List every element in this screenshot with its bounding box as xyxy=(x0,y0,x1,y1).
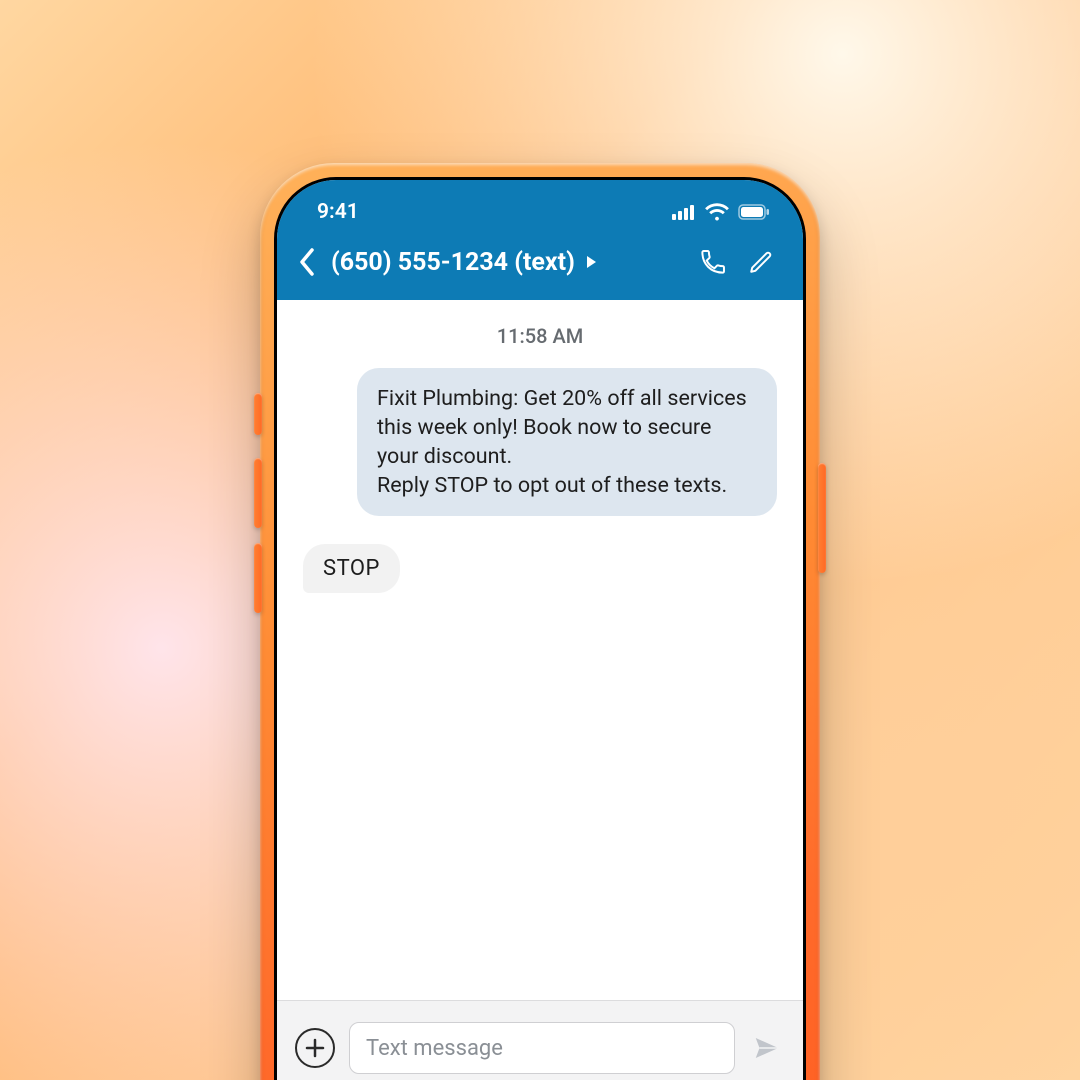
conversation-area[interactable]: 11:58 AM Fixit Plumbing: Get 20% off all… xyxy=(277,300,803,1080)
expand-caret-icon xyxy=(585,254,597,273)
compose-bar: Text message xyxy=(277,1000,803,1080)
phone-screen: 9:41 xyxy=(277,180,803,1080)
message-input-placeholder: Text message xyxy=(366,1036,503,1061)
back-button[interactable] xyxy=(289,245,323,279)
status-bar: 9:41 xyxy=(277,190,803,230)
incoming-message-bubble[interactable]: Fixit Plumbing: Get 20% off all services… xyxy=(357,368,777,516)
wifi-icon xyxy=(705,203,729,221)
call-button[interactable] xyxy=(693,242,733,282)
status-time: 9:41 xyxy=(317,200,359,224)
cellular-signal-icon xyxy=(672,204,696,220)
phone-side-button xyxy=(254,543,262,613)
nav-bar: (650) 555-1234 (text) xyxy=(277,230,803,300)
message-timestamp: 11:58 AM xyxy=(297,324,783,348)
message-input[interactable]: Text message xyxy=(349,1022,735,1074)
outgoing-message-text: STOP xyxy=(323,556,380,581)
contact-title[interactable]: (650) 555-1234 (text) xyxy=(331,248,597,277)
incoming-message-text: Fixit Plumbing: Get 20% off all services… xyxy=(377,386,747,498)
send-button[interactable] xyxy=(749,1030,785,1066)
attach-button[interactable] xyxy=(295,1028,335,1068)
background-gradient: 9:41 xyxy=(0,0,1080,1080)
outgoing-message-bubble[interactable]: STOP xyxy=(303,544,400,593)
phone-side-button xyxy=(254,458,262,528)
phone-side-button xyxy=(818,463,826,573)
phone-side-button xyxy=(254,393,262,435)
contact-number: (650) 555-1234 (text) xyxy=(331,248,575,277)
edit-button[interactable] xyxy=(741,242,781,282)
phone-frame: 9:41 xyxy=(260,163,820,1080)
battery-icon xyxy=(738,204,770,220)
status-indicators xyxy=(672,203,770,221)
app-header: 9:41 xyxy=(277,180,803,300)
